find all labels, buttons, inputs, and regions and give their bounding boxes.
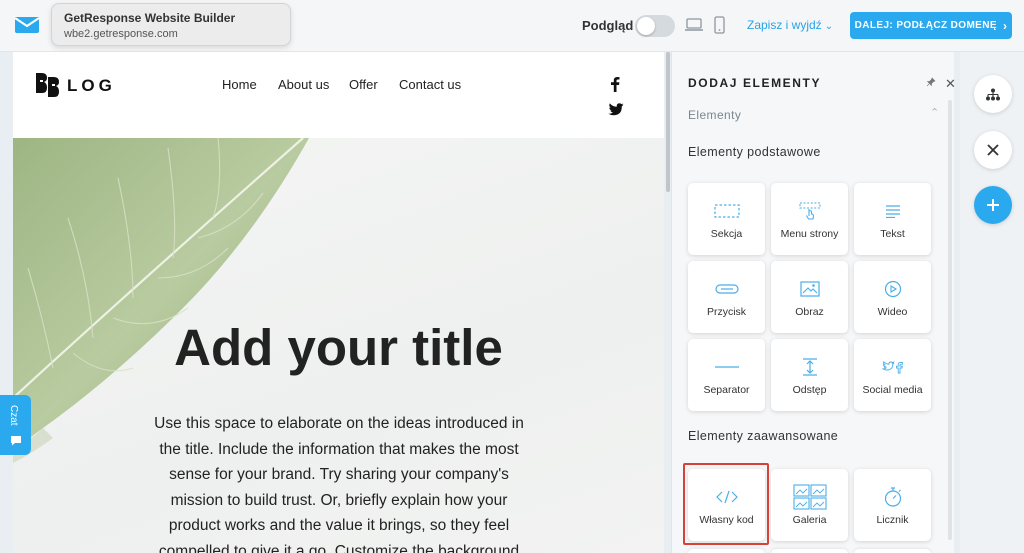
chat-bubble-icon [11, 436, 21, 446]
image-icon [799, 281, 820, 297]
gallery-icon [792, 484, 827, 510]
tile-label: Obraz [795, 306, 824, 318]
tile-section[interactable]: Sekcja [688, 183, 765, 255]
tile-timer[interactable]: Licznik [854, 469, 931, 541]
custom-code-highlight [683, 463, 769, 545]
tile-button[interactable]: Przycisk [688, 261, 765, 333]
pin-icon[interactable] [926, 77, 936, 87]
tile-video[interactable]: Wideo [854, 261, 931, 333]
menu-icon [798, 202, 821, 220]
tile-label: Tekst [880, 228, 905, 240]
chat-tab[interactable]: Czat [0, 395, 31, 455]
close-icon [987, 144, 999, 156]
close-rail-button[interactable] [974, 131, 1012, 169]
panel-scrollbar[interactable] [948, 100, 952, 540]
tile-gallery[interactable]: Galeria [771, 469, 848, 541]
plus-icon [987, 199, 999, 211]
next-button-label: DALEJ: PODŁĄCZ DOMENĘ [854, 20, 997, 31]
basic-elements-title: Elementy podstawowe [688, 145, 821, 159]
site-header[interactable]: LOG Home About us Offer Contact us [13, 52, 664, 138]
add-element-button[interactable] [974, 186, 1012, 224]
tile-label: Sekcja [710, 228, 743, 240]
nav-about-us[interactable]: About us [278, 77, 329, 92]
button-icon [714, 284, 739, 294]
chevron-right-icon: › [1002, 18, 1008, 33]
save-exit-button[interactable]: Zapisz i wyjdź ⌄ [747, 18, 833, 32]
tile-partial[interactable] [854, 549, 931, 553]
tile-social-media[interactable]: Social media [854, 339, 931, 411]
canvas-scrollbar[interactable] [666, 52, 670, 192]
hero-section[interactable]: Add your title Use this space to elabora… [13, 138, 664, 553]
preview-label: Podgląd [582, 18, 634, 33]
elements-section-toggle[interactable]: Elementy [688, 108, 741, 122]
text-icon [885, 205, 900, 218]
app-logo-icon[interactable] [14, 16, 40, 34]
close-panel-icon[interactable]: ✕ [945, 76, 956, 92]
chevron-down-icon: ⌄ [824, 21, 834, 32]
tile-label: Odstęp [792, 384, 827, 396]
next-connect-domain-button[interactable]: DALEJ: PODŁĄCZ DOMENĘ › [850, 12, 1012, 39]
hero-body-text[interactable]: Use this space to elaborate on the ideas… [153, 411, 525, 553]
tooltip-title: GetResponse Website Builder [64, 11, 236, 25]
nav-home[interactable]: Home [222, 77, 257, 92]
chevron-up-icon[interactable]: ⌃ [930, 106, 939, 119]
tile-label: Wideo [877, 306, 908, 318]
right-rail [960, 52, 1024, 553]
section-icon [713, 204, 740, 218]
toggle-knob [637, 17, 655, 35]
video-icon [884, 280, 901, 298]
facebook-icon[interactable] [610, 76, 620, 92]
page-canvas[interactable]: LOG Home About us Offer Contact us Add y… [13, 52, 664, 553]
tile-label: Social media [862, 384, 923, 396]
save-exit-label: Zapisz i wyjdź [747, 18, 822, 32]
twitter-icon[interactable] [608, 103, 624, 116]
tile-separator[interactable]: Separator [688, 339, 765, 411]
mobile-view-icon[interactable] [714, 16, 725, 34]
spacer-icon [802, 358, 817, 376]
chat-label: Czat [8, 405, 19, 426]
social-icon [881, 361, 903, 374]
structure-button[interactable] [974, 75, 1012, 113]
tile-menu[interactable]: Menu strony [771, 183, 848, 255]
panel-title: DODAJ ELEMENTY [688, 76, 822, 90]
desktop-view-icon[interactable] [684, 18, 704, 32]
separator-icon [714, 366, 739, 368]
app-tooltip: GetResponse Website Builder wbe2.getresp… [51, 3, 291, 46]
nav-contact-us[interactable]: Contact us [399, 77, 461, 92]
tile-image[interactable]: Obraz [771, 261, 848, 333]
tile-label: Galeria [792, 514, 827, 526]
sitemap-icon [986, 88, 1000, 100]
advanced-elements-title: Elementy zaawansowane [688, 429, 839, 443]
tile-text[interactable]: Tekst [854, 183, 931, 255]
preview-toggle[interactable] [635, 15, 675, 37]
timer-icon [884, 487, 901, 507]
logo-mark-icon [36, 73, 59, 97]
tile-label: Przycisk [706, 306, 747, 318]
tile-label: Menu strony [780, 228, 839, 240]
tooltip-url: wbe2.getresponse.com [64, 28, 178, 40]
hero-title[interactable]: Add your title [13, 318, 664, 377]
tile-label: Licznik [876, 514, 909, 526]
tile-label: Separator [703, 384, 750, 396]
tile-partial[interactable] [688, 549, 765, 553]
logo-text: LOG [67, 76, 116, 95]
tile-partial[interactable] [771, 549, 848, 553]
nav-offer[interactable]: Offer [349, 77, 378, 92]
tile-spacer[interactable]: Odstęp [771, 339, 848, 411]
